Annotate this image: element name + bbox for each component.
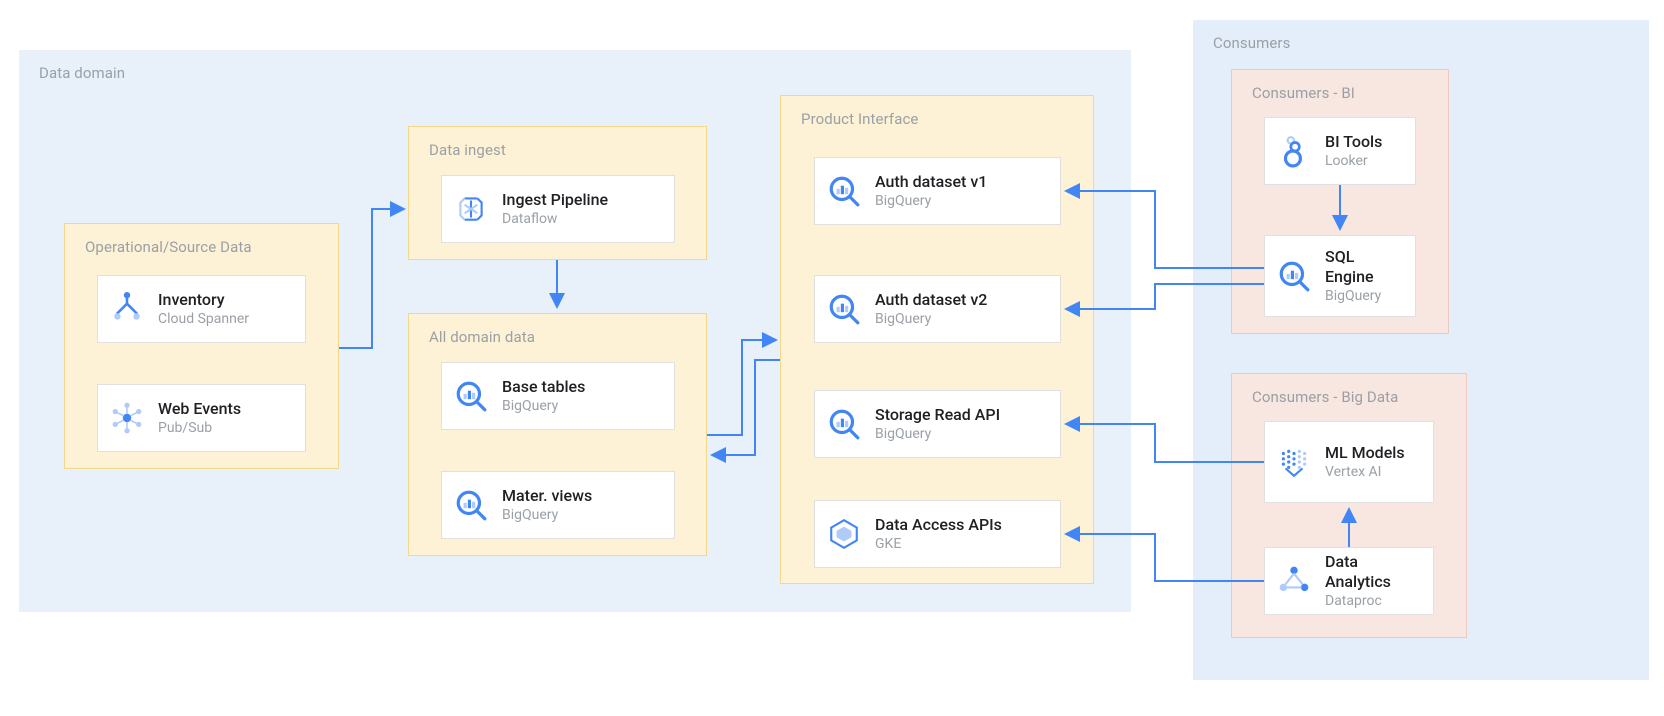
card-title: Ingest Pipeline <box>502 190 608 210</box>
card-mater-views: Mater. views BigQuery <box>441 471 675 539</box>
card-title: SQL Engine <box>1325 247 1401 287</box>
card-title: Auth dataset v1 <box>875 172 987 192</box>
bigquery-icon <box>827 292 861 326</box>
vertex-ai-icon <box>1277 445 1311 479</box>
card-title: Data Access APIs <box>875 515 1002 535</box>
diagram-canvas: Data domain Operational/Source Data Inve… <box>0 0 1664 716</box>
bigquery-icon <box>454 488 488 522</box>
label-data-ingest: Data ingest <box>429 141 706 159</box>
card-sub: Dataflow <box>502 210 608 228</box>
card-sub: GKE <box>875 535 1002 553</box>
card-title: Inventory <box>158 290 249 310</box>
bigquery-icon <box>827 407 861 441</box>
card-sub: Dataproc <box>1325 592 1419 610</box>
card-data-analytics: Data Analytics Dataproc <box>1264 547 1434 615</box>
pubsub-icon <box>110 401 144 435</box>
card-sub: Vertex AI <box>1325 463 1405 481</box>
card-sub: BigQuery <box>875 425 1000 443</box>
card-sub: Pub/Sub <box>158 419 241 437</box>
card-sub: Cloud Spanner <box>158 310 249 328</box>
card-ingest-pipeline: Ingest Pipeline Dataflow <box>441 175 675 243</box>
bigquery-icon <box>454 379 488 413</box>
bigquery-icon <box>827 174 861 208</box>
card-bi-tools: BI Tools Looker <box>1264 117 1416 185</box>
dataproc-icon <box>1277 564 1311 598</box>
cloud-spanner-icon <box>110 292 144 326</box>
card-sub: BigQuery <box>1325 287 1401 305</box>
label-consumers-bi: Consumers - BI <box>1252 84 1448 102</box>
card-inventory: Inventory Cloud Spanner <box>97 275 306 343</box>
card-sql-engine: SQL Engine BigQuery <box>1264 235 1416 317</box>
card-title: BI Tools <box>1325 132 1382 152</box>
card-title: Data Analytics <box>1325 552 1419 592</box>
card-sub: Looker <box>1325 152 1382 170</box>
dataflow-icon <box>454 192 488 226</box>
card-sub: BigQuery <box>502 506 592 524</box>
bigquery-icon <box>1277 259 1311 293</box>
card-sub: BigQuery <box>875 310 987 328</box>
card-title: Mater. views <box>502 486 592 506</box>
gke-icon <box>827 517 861 551</box>
card-data-access-apis: Data Access APIs GKE <box>814 500 1061 568</box>
label-all-domain-data: All domain data <box>429 328 706 346</box>
card-auth-v1: Auth dataset v1 BigQuery <box>814 157 1061 225</box>
label-source-data: Operational/Source Data <box>85 238 338 256</box>
card-title: Web Events <box>158 399 241 419</box>
label-consumers-bigdata: Consumers - Big Data <box>1252 388 1466 406</box>
card-ml-models: ML Models Vertex AI <box>1264 421 1434 503</box>
card-title: Storage Read API <box>875 405 1000 425</box>
card-web-events: Web Events Pub/Sub <box>97 384 306 452</box>
card-sub: BigQuery <box>875 192 987 210</box>
card-auth-v2: Auth dataset v2 BigQuery <box>814 275 1061 343</box>
card-title: Base tables <box>502 377 585 397</box>
card-base-tables: Base tables BigQuery <box>441 362 675 430</box>
card-sub: BigQuery <box>502 397 585 415</box>
label-data-domain: Data domain <box>39 64 1131 82</box>
card-title: ML Models <box>1325 443 1405 463</box>
label-consumers: Consumers <box>1213 34 1649 52</box>
card-storage-read-api: Storage Read API BigQuery <box>814 390 1061 458</box>
card-title: Auth dataset v2 <box>875 290 987 310</box>
looker-icon <box>1277 134 1311 168</box>
label-product-interface: Product Interface <box>801 110 1093 128</box>
